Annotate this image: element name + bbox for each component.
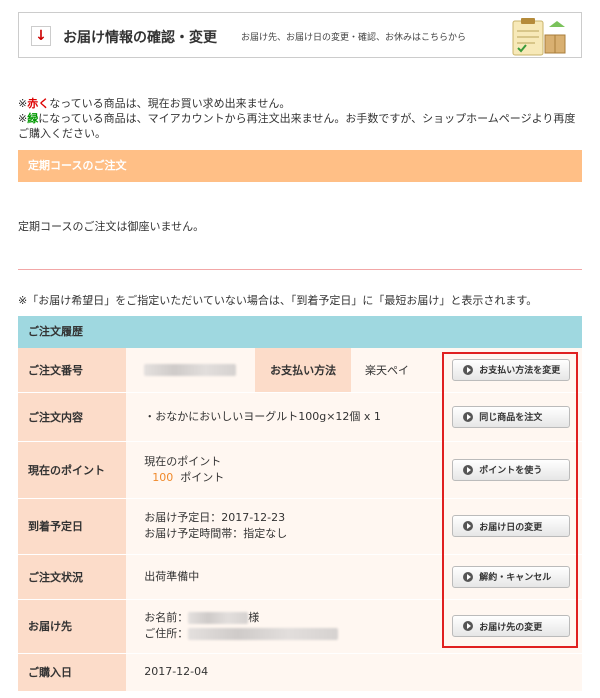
- purchase-date-label: ご購入日: [18, 653, 127, 692]
- order-history-heading: ご注文履歴: [18, 316, 582, 348]
- payment-method-value: 楽天ペイ: [350, 348, 441, 393]
- play-icon: [463, 411, 474, 422]
- page-subtitle: お届け先、お届け日の変更・確認、お休みはこちらから: [241, 33, 467, 43]
- arrival-date-label: 到着予定日: [18, 498, 127, 555]
- order-content-value: ・おなかにおいしいヨーグルト100g×12個 x 1: [126, 392, 441, 442]
- order-history-table: ご注文番号 お支払い方法 楽天ペイ お支払い方法を変更 ご注文内容 ・おなかにお…: [18, 348, 582, 692]
- change-delivery-date-button[interactable]: お届け日の変更: [452, 515, 571, 537]
- payment-method-label: お支払い方法: [255, 348, 351, 393]
- arrow-down-icon: ↓: [31, 26, 51, 46]
- delivery-address-value: お名前：様 ご住所：: [126, 599, 441, 654]
- order-status-value: 出荷準備中: [126, 554, 441, 600]
- table-row: ご注文内容 ・おなかにおいしいヨーグルト100g×12個 x 1 同じ商品を注文: [18, 392, 582, 442]
- subscription-heading: 定期コースのご注文: [18, 150, 582, 182]
- table-row: お届け先 お名前：様 ご住所： お届け先の変更: [18, 599, 582, 654]
- clipboard-parcel-icon: [512, 18, 566, 56]
- purchase-date-value: 2017-12-04: [126, 653, 582, 692]
- table-row: ご購入日 2017-12-04: [18, 653, 582, 692]
- table-row: ご注文状況 出荷準備中 解約・キャンセル: [18, 554, 582, 600]
- change-payment-button[interactable]: お支払い方法を変更: [452, 358, 571, 381]
- divider: [18, 269, 582, 270]
- play-icon: [463, 621, 474, 631]
- subscription-empty-text: 定期コースのご注文は御座いません。: [18, 220, 205, 233]
- order-number-value: [126, 348, 256, 393]
- table-row: 現在のポイント 現在のポイント 100 ポイント ポイントを使う: [18, 441, 582, 499]
- order-content-label: ご注文内容: [18, 392, 127, 442]
- arrival-date-value: お届け予定日：2017-12-23 お届け予定時間帯：指定なし: [126, 498, 441, 555]
- points-label: 現在のポイント: [18, 441, 127, 499]
- page-title: お届け情報の確認・変更: [63, 30, 217, 46]
- play-icon: [463, 364, 474, 375]
- order-number-label: ご注文番号: [18, 348, 127, 393]
- order-status-label: ご注文状況: [18, 554, 127, 600]
- use-points-button[interactable]: ポイントを使う: [452, 458, 571, 481]
- table-row: 到着予定日 お届け予定日：2017-12-23 お届け予定時間帯：指定なし お届…: [18, 498, 582, 555]
- play-icon: [463, 464, 474, 475]
- points-value: 現在のポイント 100 ポイント: [126, 441, 441, 499]
- cancel-order-button[interactable]: 解約・キャンセル: [452, 565, 571, 588]
- table-row: ご注文番号 お支払い方法 楽天ペイ お支払い方法を変更: [18, 348, 582, 393]
- notice-text: ※赤くなっている商品は、現在お買い求め出来ません。 ※緑になっている商品は、マイ…: [18, 97, 576, 140]
- reorder-button[interactable]: 同じ商品を注文: [452, 405, 571, 428]
- page-header: ↓ お届け情報の確認・変更 お届け先、お届け日の変更・確認、お休みはこちらから: [18, 12, 582, 58]
- delivery-note: ※「お届け希望日」をご指定いただいていない場合は、「到着予定日」に「最短お届け」…: [18, 294, 538, 307]
- change-address-button[interactable]: お届け先の変更: [452, 615, 571, 637]
- delivery-address-label: お届け先: [18, 599, 127, 654]
- play-icon: [463, 521, 474, 531]
- play-icon: [463, 571, 474, 582]
